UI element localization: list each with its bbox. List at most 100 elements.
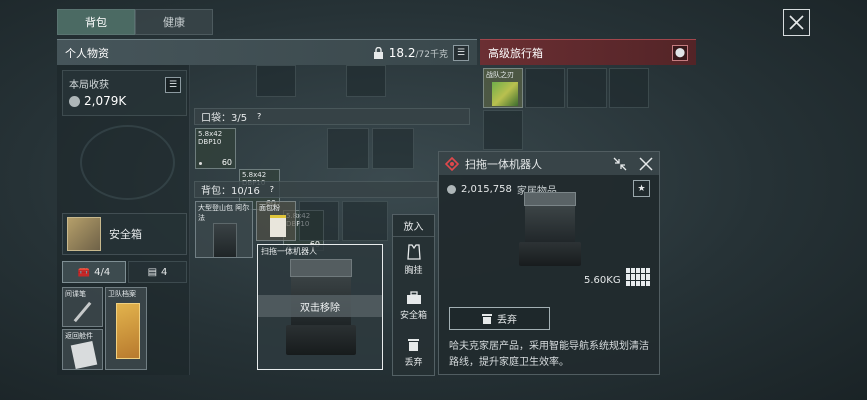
rarity-diamond-icon bbox=[445, 156, 459, 171]
ammo-count: 60 bbox=[221, 158, 232, 167]
personal-supplies-title: 个人物资 bbox=[65, 46, 109, 60]
travel-box-info-button[interactable]: ⬤ bbox=[672, 44, 688, 61]
discard-button[interactable]: 丢弃 bbox=[449, 307, 550, 330]
safebox-label: 安全箱 bbox=[109, 228, 142, 241]
backpack-item-hiking-bag[interactable]: 大型登山包 阿尔法 bbox=[195, 201, 253, 258]
detail-title: 扫拖一体机器人 bbox=[465, 157, 542, 171]
item-name: 大型登山包 阿尔法 bbox=[198, 204, 250, 222]
pocket-label: 口袋：3/5 bbox=[201, 113, 248, 124]
safebox-slot[interactable]: 安全箱 bbox=[62, 213, 187, 255]
travel-box-slot[interactable] bbox=[609, 68, 649, 108]
faction-emblem bbox=[80, 125, 175, 200]
put-in-menu: 放入 胸挂 安全箱 丢弃 bbox=[392, 214, 435, 376]
size-grid-icon bbox=[626, 268, 650, 286]
collapse-icon[interactable] bbox=[613, 157, 627, 171]
discard-label: 丢弃 bbox=[497, 315, 517, 326]
side-item-spy-pen[interactable]: 间谍笔 bbox=[62, 287, 103, 327]
coin-icon bbox=[447, 185, 456, 194]
backpack-help-button[interactable]: ? bbox=[266, 184, 278, 196]
item-name: 面包粉 bbox=[259, 204, 280, 212]
ammo-item[interactable]: 5.8x42 DBP10 60 bbox=[195, 128, 236, 169]
travel-box-item[interactable]: 战队之刃 bbox=[483, 68, 523, 108]
case-slot-counter[interactable]: 🧰 4/4 bbox=[62, 261, 126, 283]
card-slot-counter[interactable]: ▤ 4 bbox=[128, 261, 187, 283]
item-name: 扫拖一体机器人 bbox=[261, 247, 317, 256]
item-name: 5.8x42 DBP10 bbox=[198, 130, 223, 146]
close-icon bbox=[789, 15, 804, 30]
backpack-bar: 背包：10/16 ? bbox=[194, 181, 438, 198]
income-panel: 本局收获 2,079K ☰ bbox=[62, 70, 187, 116]
card-count: 4 bbox=[161, 266, 168, 278]
travel-box-header: 高级旅行箱 ⬤ bbox=[480, 39, 696, 65]
menu-label: 安全箱 bbox=[399, 311, 427, 321]
location-icon: ⬤ bbox=[674, 47, 686, 58]
income-label: 本局收获 bbox=[69, 80, 109, 91]
pocket-help-button[interactable]: ? bbox=[253, 111, 265, 123]
menu-label: 胸挂 bbox=[404, 266, 423, 276]
backpack-slot[interactable] bbox=[342, 201, 388, 241]
double-click-remove-hint: 双击移除 bbox=[258, 295, 382, 317]
pen-icon bbox=[73, 301, 92, 323]
vest-icon bbox=[406, 244, 421, 260]
close-button[interactable] bbox=[783, 9, 810, 36]
travel-box-title: 高级旅行箱 bbox=[488, 46, 543, 60]
detail-header: 扫拖一体机器人 bbox=[439, 152, 659, 175]
travel-box-slot[interactable] bbox=[525, 68, 565, 108]
sort-list-button[interactable]: ☰ bbox=[453, 45, 469, 61]
side-item-return-part[interactable]: 返回舱件 bbox=[62, 329, 103, 370]
pocket-slot[interactable] bbox=[327, 128, 369, 169]
pocket-slot[interactable] bbox=[372, 128, 414, 169]
star-icon: ★ bbox=[637, 183, 646, 194]
item-name: 间谍笔 bbox=[65, 290, 86, 298]
tab-health[interactable]: 健康 bbox=[135, 9, 213, 35]
card-icon: ▤ bbox=[147, 266, 158, 278]
weight-max: /72千克 bbox=[415, 49, 449, 60]
toolbox-icon bbox=[406, 291, 421, 304]
backpack-slot[interactable] bbox=[299, 201, 339, 241]
coin-dot bbox=[199, 162, 202, 165]
menu-safebox[interactable]: 安全箱 bbox=[393, 283, 434, 329]
safebox-icon bbox=[67, 217, 101, 251]
backpack-icon bbox=[213, 223, 237, 257]
lock-icon bbox=[373, 46, 383, 59]
menu-discard[interactable]: 丢弃 bbox=[393, 329, 434, 375]
coin-icon bbox=[69, 95, 80, 107]
detail-price: 2,015,758 bbox=[461, 184, 512, 195]
chest-slot[interactable] bbox=[256, 65, 296, 97]
backpack-item-bread[interactable]: 面包粉 bbox=[256, 201, 296, 241]
income-detail-button[interactable]: ☰ bbox=[165, 77, 181, 93]
bag-icon bbox=[270, 215, 286, 237]
menu-chest-rig[interactable]: 胸挂 bbox=[393, 237, 434, 283]
toolbox-icon: 🧰 bbox=[77, 266, 91, 278]
tab-backpack[interactable]: 背包 bbox=[57, 9, 135, 35]
side-item-guard-file[interactable]: 卫队档案 bbox=[105, 287, 147, 370]
travel-box-slot[interactable] bbox=[483, 110, 523, 150]
pocket-bar: 口袋：3/5 ? bbox=[194, 108, 470, 125]
item-description: 哈夫克家居产品，采用智能导航系统规划清洁路线，提升家庭卫生效率。 bbox=[449, 341, 649, 368]
menu-title: 放入 bbox=[393, 215, 434, 237]
item-detail-panel: 扫拖一体机器人 2,015,758 家居物品 ★ 5.60KG 丢弃 哈夫克家居… bbox=[438, 151, 660, 375]
chest-slot[interactable] bbox=[346, 65, 386, 97]
trash-icon bbox=[408, 338, 419, 351]
close-icon[interactable] bbox=[639, 156, 653, 171]
weight-current: 18.2 bbox=[388, 46, 416, 60]
item-name: 返回舱件 bbox=[65, 332, 93, 340]
item-name: 卫队档案 bbox=[108, 290, 136, 298]
case-count: 4/4 bbox=[94, 266, 111, 278]
menu-label: 丢弃 bbox=[404, 357, 423, 368]
list-icon: ☰ bbox=[168, 80, 178, 90]
top-tabs: 背包 健康 bbox=[57, 9, 213, 35]
personal-supplies-header: 个人物资 18.2/72千克 ☰ bbox=[57, 39, 477, 65]
robot-large-icon bbox=[519, 192, 581, 272]
selected-robot-item[interactable]: 扫拖一体机器人 双击移除 bbox=[257, 244, 383, 370]
item-name: 战队之刃 bbox=[486, 71, 514, 79]
file-icon bbox=[116, 303, 140, 359]
backpack-label: 背包：10/16 bbox=[201, 186, 260, 197]
income-value: 2,079K bbox=[84, 94, 127, 108]
travel-box-slot[interactable] bbox=[567, 68, 607, 108]
travel-box-grid: 战队之刃 bbox=[483, 68, 651, 152]
trash-icon bbox=[482, 314, 492, 324]
weight-indicator: 18.2/72千克 ☰ bbox=[373, 40, 469, 66]
favorite-button[interactable]: ★ bbox=[633, 180, 650, 197]
list-icon: ☰ bbox=[456, 48, 466, 58]
